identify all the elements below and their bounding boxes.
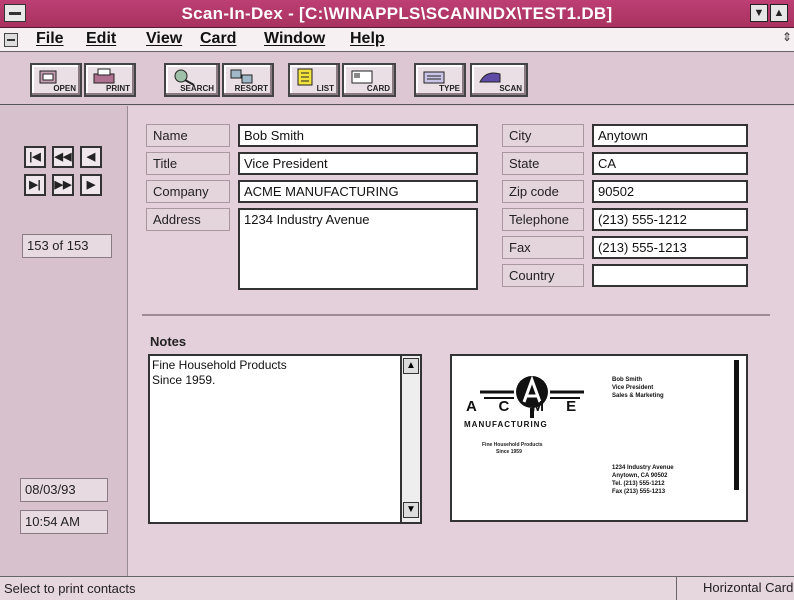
search-label: SEARCH (180, 84, 214, 93)
scroll-down-arrow-icon[interactable]: ▼ (403, 502, 419, 518)
menu-edit[interactable]: Edit (86, 30, 116, 48)
acme-logo (480, 360, 739, 490)
fax-label: Fax (502, 236, 584, 259)
zip-code-field[interactable]: 90502 (592, 180, 748, 203)
notes-scrollbar[interactable]: ▲ ▼ (400, 356, 420, 522)
card-address: 1234 Industry Avenue Anytown, CA 90502 T… (612, 464, 674, 496)
next-record-button[interactable]: ▶ (80, 174, 102, 196)
state-field[interactable]: CA (592, 152, 748, 175)
card-person-3: Sales & Marketing (612, 393, 664, 399)
scroll-up-arrow-icon[interactable]: ▲ (403, 358, 419, 374)
address-field[interactable]: 1234 Industry Avenue (238, 208, 478, 290)
first-record-button[interactable]: |◀ (24, 146, 46, 168)
restore-icon[interactable]: ⇕ (782, 30, 792, 48)
menu-bar: File Edit View Card Window Help ⇕ (0, 28, 794, 52)
previous-page-button[interactable]: ◀◀ (52, 146, 74, 168)
scan-button[interactable]: SCAN (470, 63, 528, 97)
fax-field[interactable]: (213) 555-1213 (592, 236, 748, 259)
city-field[interactable]: Anytown (592, 124, 748, 147)
open-label: OPEN (53, 84, 76, 93)
date-display: 08/03/93 (20, 478, 108, 502)
status-message: Select to print contacts (4, 581, 136, 596)
type-label: TYPE (439, 84, 460, 93)
print-button[interactable]: PRINT (84, 63, 136, 97)
name-label: Name (146, 124, 230, 147)
notes-line-2: Since 1959. (152, 373, 216, 387)
title-bar: Scan-In-Dex - [C:\WINAPPLS\SCANINDX\TEST… (0, 0, 794, 28)
maximize-button[interactable]: ▲ (770, 4, 788, 22)
card-tagline-2: Since 1959 (496, 449, 522, 455)
card-label: CARD (366, 84, 390, 93)
city-label: City (502, 124, 584, 147)
card-addr-4: Fax (213) 555-1213 (612, 489, 666, 495)
list-label: LIST (316, 84, 334, 93)
scanned-card-image: A C M E MANUFACTURING Fine Household Pro… (450, 354, 748, 522)
card-brand: A C M E (466, 398, 586, 415)
contact-form: Name Bob Smith Title Vice President Comp… (128, 106, 794, 576)
type-button[interactable]: TYPE (414, 63, 466, 97)
address-label: Address (146, 208, 230, 231)
notes-field[interactable]: Fine Household Products Since 1959. ▲ ▼ (148, 354, 422, 524)
card-person-1: Bob Smith (612, 377, 642, 383)
name-field[interactable]: Bob Smith (238, 124, 478, 147)
menu-view[interactable]: View (146, 30, 182, 48)
search-button[interactable]: SEARCH (164, 63, 220, 97)
status-bar: Select to print contacts Horizontal Card (0, 576, 794, 600)
company-label: Company (146, 180, 230, 203)
status-view-mode: Horizontal Card (676, 577, 794, 600)
menu-help[interactable]: Help (350, 30, 385, 48)
state-label: State (502, 152, 584, 175)
time-display: 10:54 AM (20, 510, 108, 534)
minimize-button[interactable]: ▼ (750, 4, 768, 22)
window-title: Scan-In-Dex - [C:\WINAPPLS\SCANINDX\TEST… (181, 4, 613, 23)
card-person: Bob Smith Vice President Sales & Marketi… (612, 376, 664, 400)
previous-record-button[interactable]: ◀ (80, 146, 102, 168)
company-field[interactable]: ACME MANUFACTURING (238, 180, 478, 203)
notes-line-1: Fine Household Products (152, 358, 287, 372)
next-page-button[interactable]: ▶▶ (52, 174, 74, 196)
document-menu-icon[interactable] (4, 33, 18, 47)
open-button[interactable]: OPEN (30, 63, 82, 97)
toolbar: OPEN PRINT SEARCH RESORT LIST CARD TYPE … (0, 53, 794, 105)
list-button[interactable]: LIST (288, 63, 340, 97)
last-record-button[interactable]: ▶| (24, 174, 46, 196)
card-addr-1: 1234 Industry Avenue (612, 465, 674, 471)
notes-text: Fine Household Products Since 1959. (152, 358, 287, 388)
card-person-2: Vice President (612, 385, 654, 391)
resort-label: RESORT (234, 84, 268, 93)
title-field[interactable]: Vice President (238, 152, 478, 175)
telephone-label: Telephone (502, 208, 584, 231)
zip-code-label: Zip code (502, 180, 584, 203)
navigation-panel: |◀ ◀◀ ◀ ▶| ▶▶ ▶ 153 of 153 08/03/93 10:5… (0, 106, 128, 576)
country-field[interactable] (592, 264, 748, 287)
menu-card[interactable]: Card (200, 30, 236, 48)
card-tagline-1: Fine Household Products (482, 442, 543, 448)
card-button[interactable]: CARD (342, 63, 396, 97)
menu-file[interactable]: File (36, 30, 64, 48)
notes-label: Notes (150, 334, 187, 349)
section-divider (142, 314, 770, 316)
title-label: Title (146, 152, 230, 175)
country-label: Country (502, 264, 584, 287)
card-addr-3: Tel. (213) 555-1212 (612, 481, 665, 487)
resort-button[interactable]: RESORT (222, 63, 274, 97)
card-brand-sub: MANUFACTURING (464, 420, 548, 429)
menu-window[interactable]: Window (264, 30, 325, 48)
card-addr-2: Anytown, CA 90502 (612, 473, 668, 479)
telephone-field[interactable]: (213) 555-1212 (592, 208, 748, 231)
record-counter: 153 of 153 (22, 234, 112, 258)
print-label: PRINT (106, 84, 130, 93)
scan-label: SCAN (499, 84, 522, 93)
